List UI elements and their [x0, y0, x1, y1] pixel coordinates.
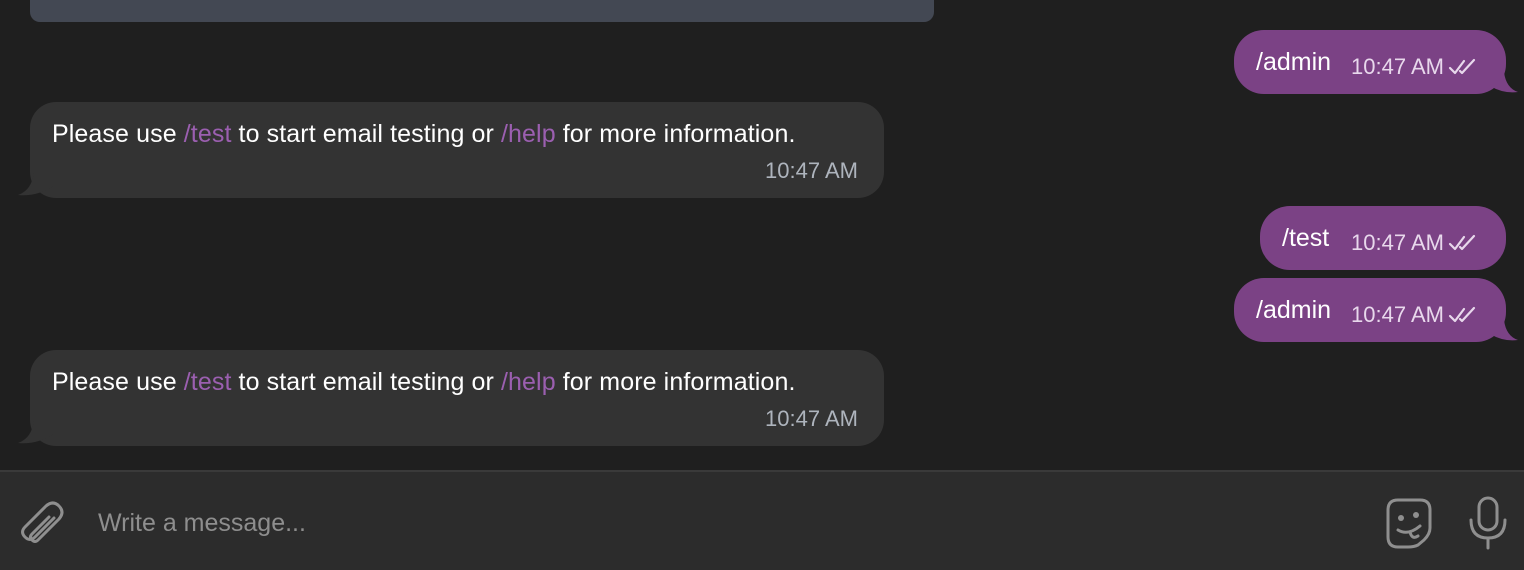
- sticker-icon[interactable]: [1380, 494, 1438, 552]
- message-time: 10:47 AM: [1351, 230, 1444, 255]
- bubble-tail: [18, 420, 54, 444]
- double-check-icon: [1448, 58, 1476, 75]
- command-link-test[interactable]: /test: [184, 120, 232, 148]
- message-time: 10:47 AM: [765, 158, 858, 183]
- message-time: 10:47 AM: [765, 406, 858, 431]
- message-text: /admin: [1256, 296, 1332, 324]
- message-time: 10:47 AM: [1351, 302, 1444, 327]
- message-text: /test: [1282, 224, 1330, 252]
- command-link-help[interactable]: /help: [501, 120, 556, 148]
- double-check-icon: [1448, 234, 1476, 251]
- message-text: /admin: [1256, 48, 1332, 76]
- chat-history: /admin 10:47 AM Please use /test to star…: [0, 0, 1524, 470]
- outgoing-message[interactable]: /test 10:47 AM: [1260, 206, 1506, 270]
- message-meta: 10:47 AM: [1351, 302, 1478, 328]
- double-check-icon: [1448, 306, 1476, 323]
- message-meta: 10:47 AM: [1351, 54, 1478, 80]
- message-text: Please use /test to start email testing …: [52, 368, 796, 396]
- message-input[interactable]: [98, 506, 1348, 540]
- command-link-help[interactable]: /help: [501, 368, 556, 396]
- incoming-message[interactable]: Please use /test to start email testing …: [30, 350, 884, 446]
- paperclip-icon[interactable]: [14, 496, 66, 548]
- bubble-tail: [1484, 320, 1518, 341]
- bubble-tail: [1484, 72, 1518, 93]
- outgoing-message[interactable]: /admin 10:47 AM: [1234, 278, 1506, 342]
- message-composer: [0, 470, 1524, 570]
- incoming-message[interactable]: Please use /test to start email testing …: [30, 102, 884, 198]
- message-time: 10:47 AM: [1351, 54, 1444, 79]
- previous-message-clipped: [30, 0, 934, 22]
- command-link-test[interactable]: /test: [184, 368, 232, 396]
- bubble-tail: [18, 172, 54, 196]
- outgoing-message[interactable]: /admin 10:47 AM: [1234, 30, 1506, 94]
- message-text: Please use /test to start email testing …: [52, 120, 796, 148]
- message-meta: 10:47 AM: [1351, 230, 1478, 256]
- microphone-icon[interactable]: [1466, 494, 1510, 554]
